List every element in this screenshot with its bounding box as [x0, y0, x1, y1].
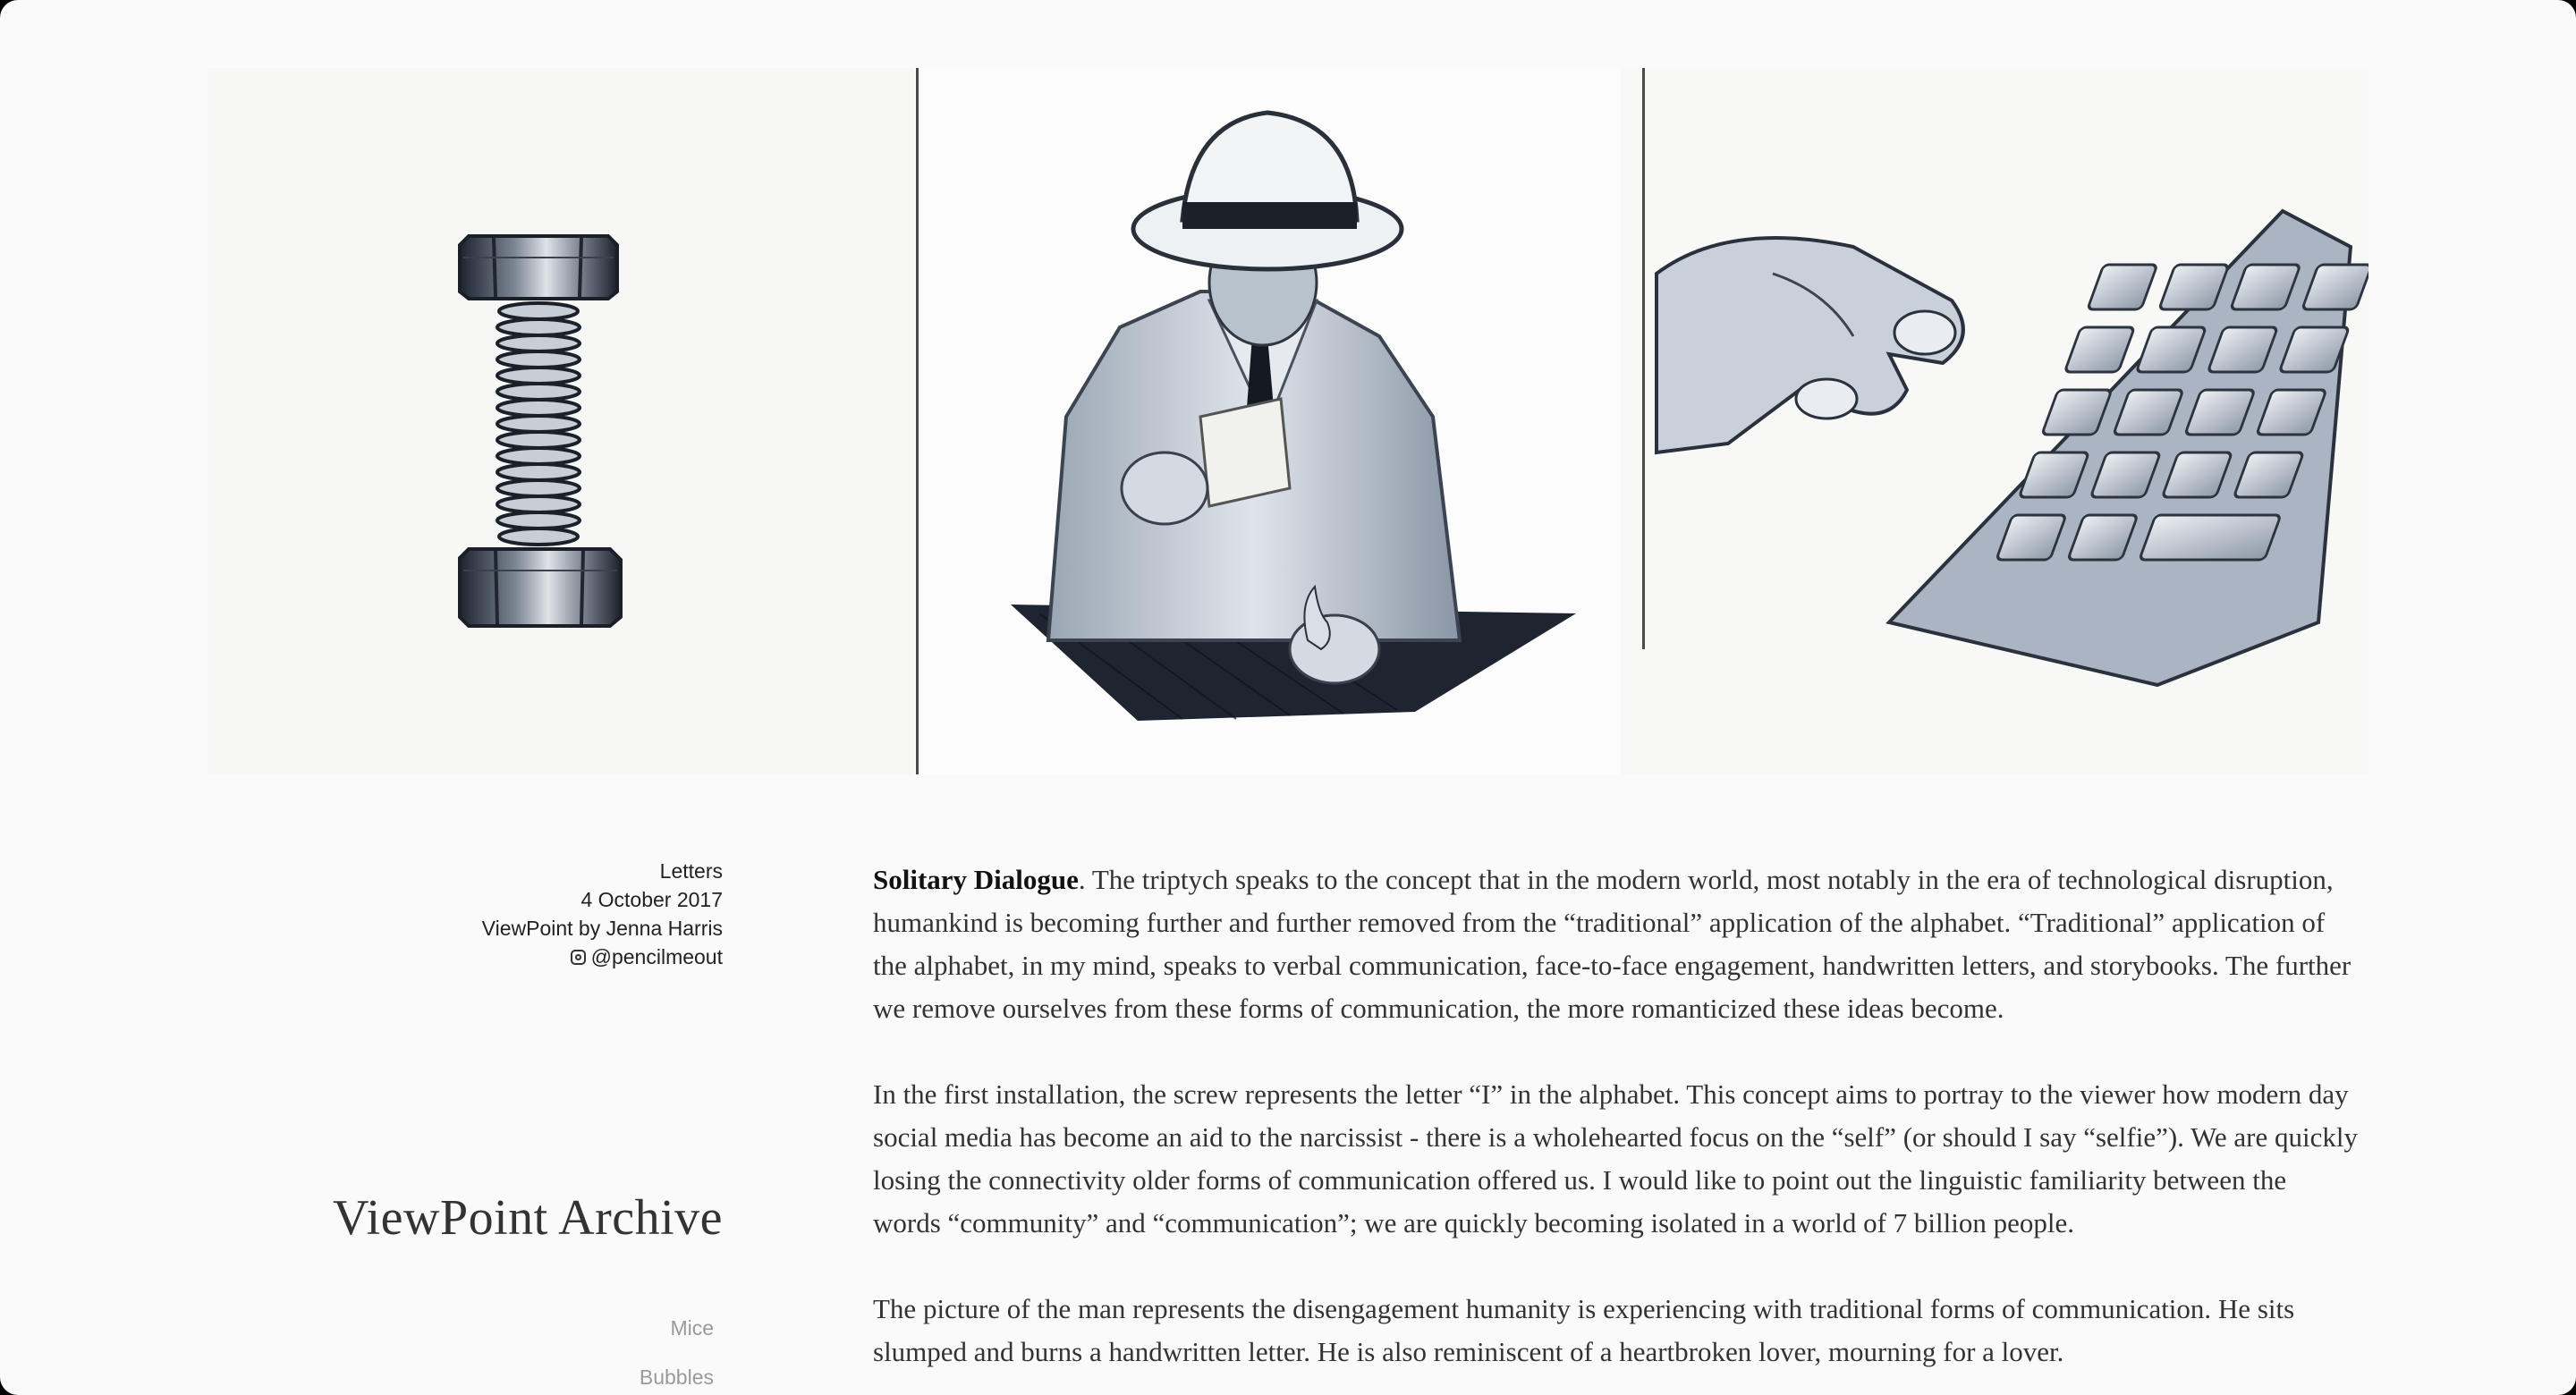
triptych-artwork	[208, 68, 2368, 774]
instagram-handle: @pencilmeout	[590, 945, 723, 968]
screw-illustration	[208, 68, 914, 774]
article-paragraph: In the first installation, the screw rep…	[873, 1078, 2358, 1239]
instagram-icon	[570, 949, 586, 965]
instagram-link[interactable]: @pencilmeout	[482, 943, 723, 971]
article-title: Solitary Dialogue	[873, 864, 1079, 895]
browser-window: Letters 4 October 2017 ViewPoint by Jenn…	[0, 0, 2576, 1395]
hand-on-keyboard-illustration	[1621, 68, 2368, 774]
article-paragraph: The picture of the man represents the di…	[873, 1293, 2295, 1367]
post-date: 4 October 2017	[580, 888, 723, 911]
post-byline[interactable]: ViewPoint by Jenna Harris	[482, 914, 723, 943]
post-category[interactable]: Letters	[482, 857, 723, 885]
article-paragraph: Solitary Dialogue. The triptych speaks t…	[873, 858, 2358, 1030]
article-body: Solitary Dialogue. The triptych speaks t…	[873, 858, 2358, 1395]
archive-item-mice[interactable]: Mice	[640, 1304, 714, 1353]
triptych-divider	[916, 68, 919, 774]
archive-item-bubbles[interactable]: Bubbles	[640, 1353, 714, 1395]
man-burning-letter-illustration	[914, 68, 1621, 774]
archive-nav: Mice Bubbles	[640, 1304, 714, 1395]
post-meta: Letters 4 October 2017 ViewPoint by Jenn…	[482, 857, 723, 971]
article-paragraph-text: . The triptych speaks to the concept tha…	[873, 864, 2351, 1024]
archive-title: ViewPoint Archive	[333, 1190, 723, 1246]
triptych-divider	[1642, 68, 1645, 649]
